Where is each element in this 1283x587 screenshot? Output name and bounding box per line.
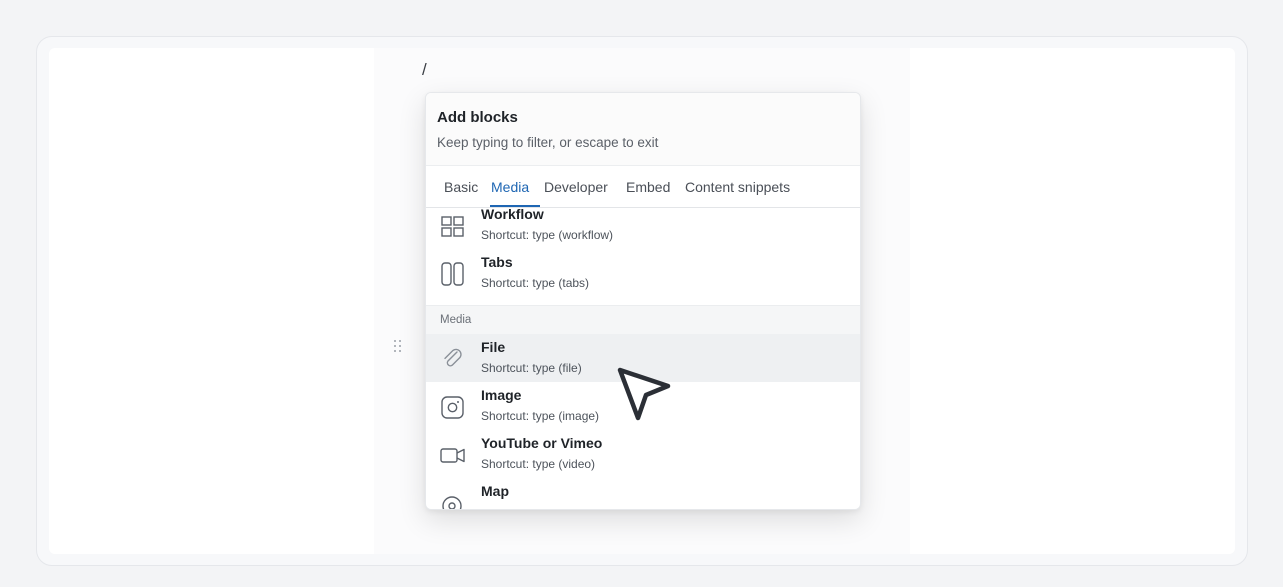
item-shortcut: Shortcut: type (file): [481, 361, 582, 375]
item-label: Tabs: [481, 254, 513, 270]
item-label: YouTube or Vimeo: [481, 435, 603, 451]
menu-header: Add blocks Keep typing to filter, or esc…: [426, 93, 860, 165]
list-item-tabs[interactable]: Tabs Shortcut: type (tabs): [426, 254, 860, 304]
tab-embed[interactable]: Embed: [626, 179, 670, 195]
item-shortcut: Shortcut: type (tabs): [481, 276, 590, 290]
menu-subtitle: Keep typing to filter, or escape to exit: [437, 135, 659, 150]
item-label: Workflow: [481, 208, 544, 222]
list-item-map[interactable]: Map: [426, 478, 860, 509]
active-tab-indicator: [490, 205, 540, 207]
video-icon: [440, 448, 465, 463]
map-pin-icon: [442, 496, 462, 509]
item-label: Image: [481, 387, 522, 403]
item-shortcut: Shortcut: type (workflow): [481, 228, 614, 242]
section-header-media: Media: [426, 305, 860, 334]
add-blocks-menu: Add blocks Keep typing to filter, or esc…: [425, 92, 861, 510]
item-label: Map: [481, 483, 509, 499]
list-item-youtube-vimeo[interactable]: YouTube or Vimeo Shortcut: type (video): [426, 430, 860, 478]
grid-icon: [441, 216, 464, 237]
typed-slash-command: /: [422, 60, 427, 79]
tab-media[interactable]: Media: [491, 179, 529, 195]
image-icon: [441, 396, 464, 419]
block-list[interactable]: Workflow Shortcut: type (workflow) Tabs …: [426, 208, 860, 509]
drag-handle-icon[interactable]: [394, 340, 404, 354]
tab-content-snippets[interactable]: Content snippets: [685, 179, 790, 195]
menu-title: Add blocks: [437, 109, 518, 126]
item-shortcut: Shortcut: type (image): [481, 409, 600, 423]
section-label: Media: [440, 314, 472, 326]
item-label: File: [481, 339, 506, 355]
paperclip-icon: [444, 348, 462, 367]
tab-basic[interactable]: Basic: [444, 179, 478, 195]
category-tabs: Basic Media Developer Embed Content snip…: [426, 165, 860, 208]
tab-developer[interactable]: Developer: [544, 179, 608, 195]
mouse-pointer-icon: [617, 367, 671, 421]
item-shortcut: Shortcut: type (video): [481, 457, 596, 471]
tabs-icon: [441, 262, 464, 286]
list-item-workflow[interactable]: Workflow Shortcut: type (workflow): [426, 208, 860, 256]
